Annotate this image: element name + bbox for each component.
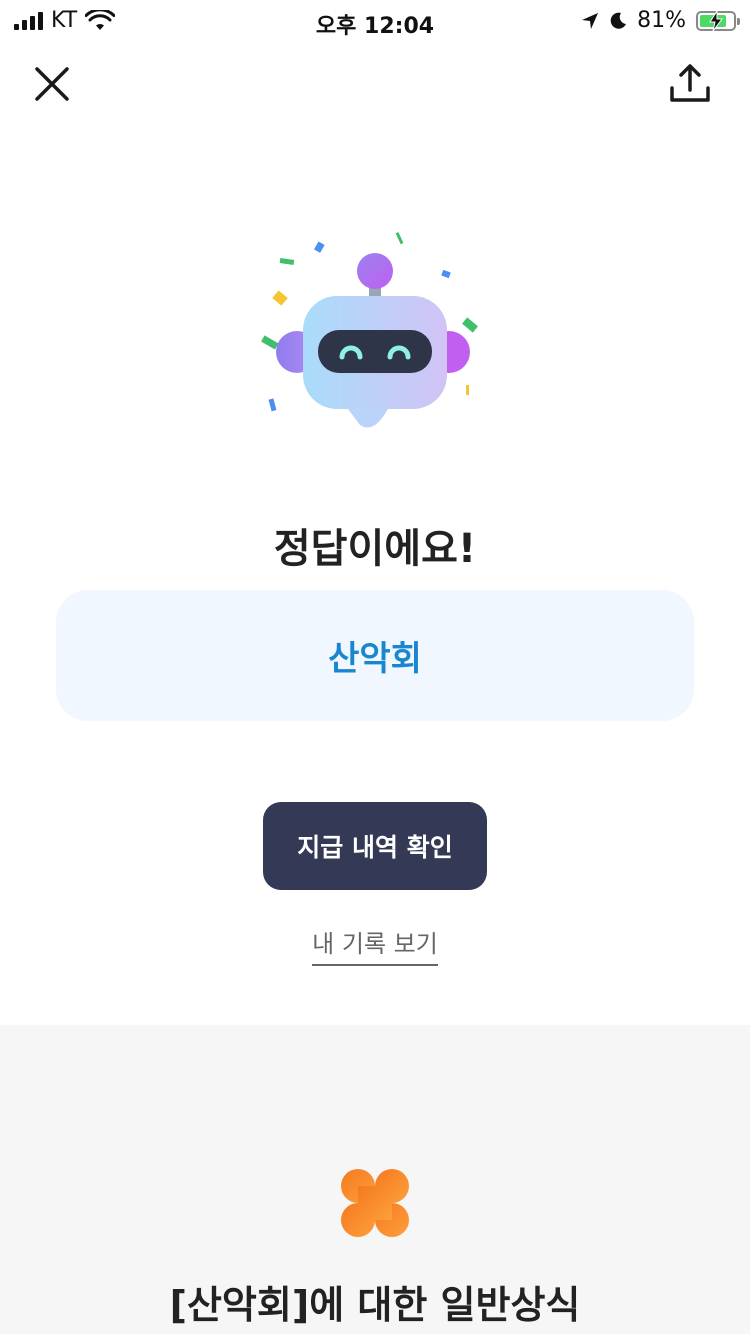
battery-percent: 81% bbox=[637, 8, 686, 33]
my-records-link[interactable]: 내 기록 보기 bbox=[312, 930, 438, 966]
status-right: 81% bbox=[581, 8, 740, 33]
share-upload-icon bbox=[670, 64, 710, 102]
share-button[interactable] bbox=[668, 62, 712, 106]
moon-icon bbox=[610, 12, 627, 29]
clover-icon bbox=[341, 1169, 409, 1237]
section-title: [산악회]에 대한 일반상식 bbox=[169, 1283, 581, 1327]
battery-icon bbox=[696, 10, 740, 31]
location-arrow-icon bbox=[582, 12, 599, 29]
payment-history-button[interactable]: 지급 내역 확인 bbox=[263, 802, 487, 890]
result-title: 정답이에요! bbox=[273, 526, 477, 572]
quiz-result-screen: KT 오후 12:04 81% 정답이에요! 산악회 지급 내역 확인 내 기록… bbox=[0, 0, 750, 1334]
status-bar: KT 오후 12:04 81% bbox=[0, 0, 750, 40]
my-records-link-wrap: 내 기록 보기 bbox=[0, 924, 750, 966]
answer-text: 산악회 bbox=[328, 639, 422, 679]
robot-mascot-illustration bbox=[261, 232, 478, 428]
close-icon bbox=[35, 67, 69, 101]
answer-card: 산악회 bbox=[56, 590, 694, 721]
close-button[interactable] bbox=[30, 62, 74, 106]
